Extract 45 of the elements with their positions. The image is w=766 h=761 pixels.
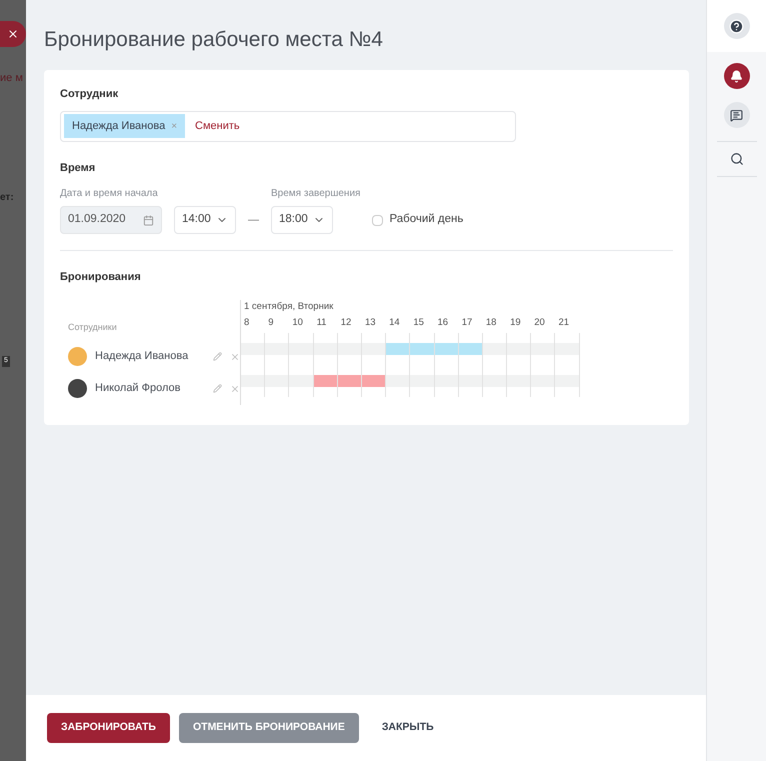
start-time-select[interactable]: 14:00 [174,206,236,234]
column-header: Сотрудники [67,320,118,334]
chat-icon[interactable] [724,102,750,128]
bell-icon[interactable] [724,63,750,89]
avatar [68,379,87,398]
hour-label: 14 [388,316,401,330]
section-label: Сотрудник [60,87,120,102]
avatar [68,347,87,366]
field-label: Время завершения [271,187,360,201]
hour-label: 15 [412,316,425,330]
section-label: Время [60,160,96,176]
change-link[interactable]: Сменить [195,118,240,134]
background-text: ие м [0,71,23,86]
hour-label: 13 [364,316,377,330]
workday-label: Рабочий день [389,212,464,228]
dialog-title: Бронирование рабочего места №4 [43,27,384,53]
end-time-select[interactable]: 18:00 [271,206,333,234]
hour-label: 16 [436,316,450,330]
hour-label: 11 [316,316,328,330]
field-label: Дата и время начала [60,187,159,201]
hour-label: 19 [509,316,522,330]
hour-label: 8 [243,316,250,330]
time-separator: — [248,212,259,228]
footer-button[interactable]: ЗАКРЫТЬ [368,713,448,743]
background-text: ет: [0,191,14,205]
search-icon[interactable] [730,152,744,166]
hour-label: 10 [291,316,304,330]
hour-label: 20 [533,316,546,330]
hour-label: 12 [340,316,352,330]
chip-text: Надежда Иванова [72,118,166,134]
section-label: Бронирования [60,270,142,285]
hour-label: 21 [557,316,570,330]
hour-label: 9 [267,316,274,330]
hour-label: 18 [484,316,498,330]
footer-button[interactable]: ЗАБРОНИРОВАТЬ [47,713,170,743]
help-icon[interactable] [724,13,750,39]
timeline-date: 1 сентября, Вторник [243,300,334,314]
close-icon[interactable] [0,21,26,47]
date-field[interactable]: 01.09.2020 [60,206,162,234]
employee-field[interactable]: Надежда Иванова × Сменить [60,110,516,142]
workday-checkbox[interactable] [372,214,384,226]
employee-name: Надежда Иванова [95,349,190,364]
calendar-icon [143,214,154,226]
hour-label: 17 [460,316,474,330]
employee-name: Николай Фролов [95,381,182,396]
